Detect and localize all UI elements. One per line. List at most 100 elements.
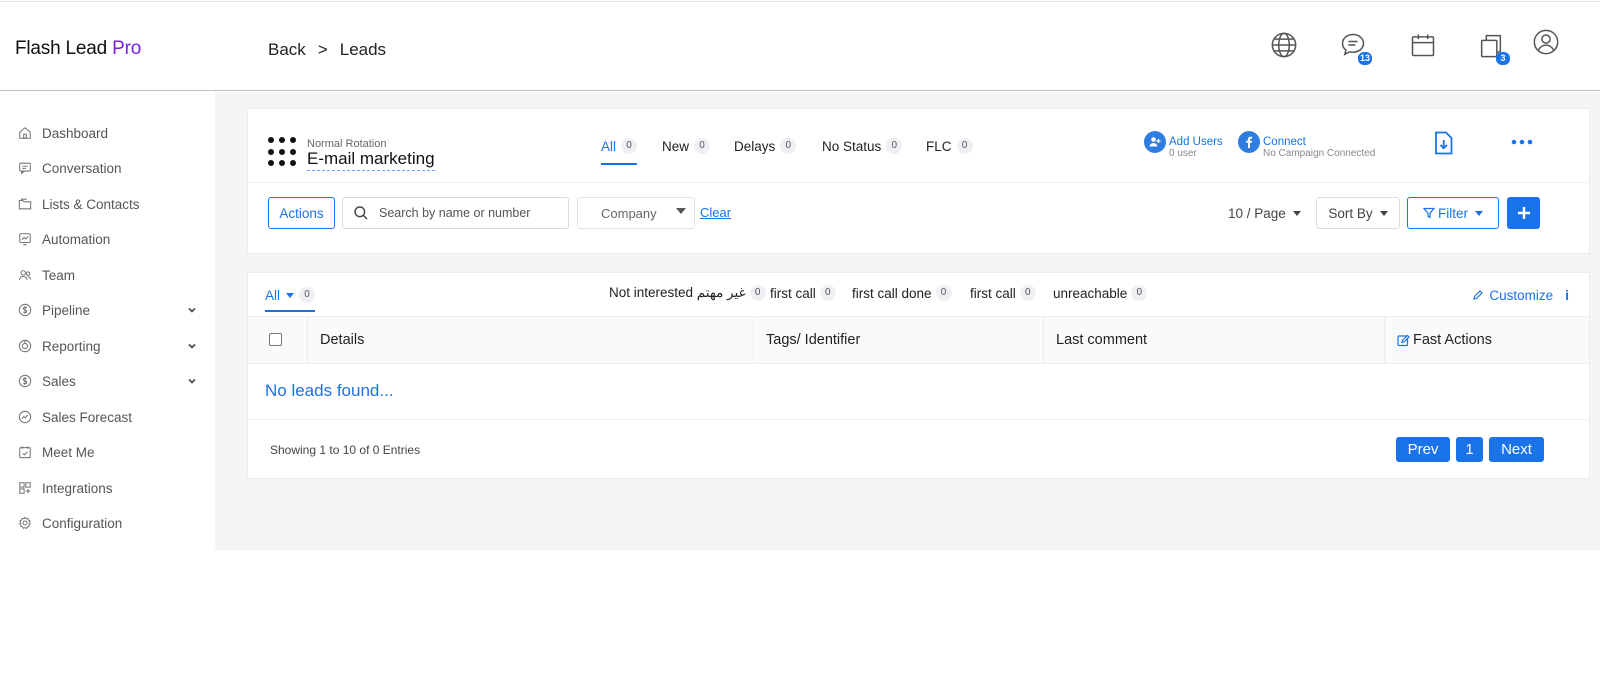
sidebar-item-dashboard[interactable]: Dashboard — [18, 121, 198, 145]
sidebar-item-label: Team — [42, 267, 76, 283]
status-label: Not interested غير مهتم — [609, 285, 746, 300]
sidebar-item-lists-contacts[interactable]: Lists & Contacts — [18, 192, 198, 216]
sidebar-item-integrations[interactable]: Integrations — [18, 476, 198, 500]
status-label: first call — [970, 285, 1016, 301]
column-header-fast-actions[interactable]: Fast Actions — [1384, 317, 1589, 363]
customize-button[interactable]: Customize i — [1472, 287, 1569, 303]
sidebar-item-label: Lists & Contacts — [42, 196, 140, 212]
filter-tab-label: All — [265, 287, 281, 303]
tab-delays[interactable]: Delays 0 — [734, 138, 797, 154]
status-label: first call — [770, 285, 816, 301]
column-header-details[interactable]: Details — [307, 317, 753, 363]
status-tab-first-call-done[interactable]: first call done 0 — [852, 285, 952, 301]
gear-icon — [18, 516, 32, 530]
status-label: unreachable — [1053, 285, 1128, 301]
add-users-button[interactable]: Add Users 0 user — [1144, 131, 1223, 160]
sidebar-item-meet-me[interactable]: Meet Me — [18, 440, 198, 464]
filter-icon — [1423, 207, 1435, 219]
add-users-label: Add Users — [1169, 136, 1223, 148]
caret-down-icon — [1292, 211, 1301, 216]
sidebar-item-label: Sales — [42, 373, 76, 389]
caret-down-icon — [676, 208, 686, 214]
breadcrumb-back[interactable]: Back — [268, 40, 306, 59]
tab-no-status[interactable]: No Status 0 — [822, 138, 903, 154]
per-page-select[interactable]: 10 / Page — [1228, 206, 1301, 221]
sidebar-item-sales-forecast[interactable]: Sales Forecast — [18, 405, 198, 429]
sort-by-select[interactable]: Sort By — [1316, 197, 1400, 229]
sidebar-item-sales[interactable]: Sales — [18, 369, 198, 393]
plus-icon — [1517, 207, 1530, 219]
connect-facebook-button[interactable]: Connect No Campaign Connected — [1238, 131, 1375, 160]
column-header-last-comment[interactable]: Last comment — [1043, 317, 1384, 363]
filter-label: Filter — [1438, 205, 1468, 221]
tab-count: 0 — [956, 138, 973, 154]
actions-button[interactable]: Actions — [268, 197, 335, 229]
chevron-down-icon — [188, 307, 196, 313]
chat-icon — [18, 161, 32, 175]
messages-badge: 13 — [1357, 52, 1372, 65]
tab-label: All — [601, 138, 617, 154]
filter-button[interactable]: Filter — [1407, 197, 1499, 229]
tab-label: Delays — [734, 138, 776, 154]
table-header: Details Tags/ Identifier Last comment Fa… — [248, 316, 1589, 364]
tab-label: New — [662, 138, 690, 154]
user-profile-icon[interactable] — [1531, 27, 1561, 57]
more-options-icon[interactable] — [1510, 137, 1534, 147]
status-tab-first-call-2[interactable]: first call 0 — [970, 285, 1036, 301]
file-download-icon[interactable] — [1433, 131, 1455, 155]
per-page-label: 10 / Page — [1228, 206, 1286, 221]
fast-actions-label: Fast Actions — [1413, 332, 1492, 348]
prev-page-button[interactable]: Prev — [1396, 437, 1450, 462]
next-page-button[interactable]: Next — [1489, 437, 1544, 462]
info-icon[interactable]: i — [1565, 287, 1569, 303]
tab-count: 0 — [886, 138, 903, 154]
folder-icon — [18, 197, 32, 211]
dollar-icon — [18, 303, 32, 317]
sidebar-item-team[interactable]: Team — [18, 263, 198, 287]
copies-badge: 3 — [1496, 52, 1510, 65]
sidebar-item-pipeline[interactable]: Pipeline — [18, 298, 198, 322]
pencil-icon — [1473, 290, 1484, 300]
entries-summary: Showing 1 to 10 of 0 Entries — [270, 443, 421, 457]
main-content: Normal Rotation E-mail marketing All 0 Ne… — [215, 92, 1600, 550]
tab-new[interactable]: New 0 — [662, 138, 711, 154]
sidebar-item-automation[interactable]: Automation — [18, 227, 198, 251]
sidebar-item-label: Conversation — [42, 160, 122, 176]
company-select-label: Company — [601, 205, 657, 221]
sidebar-item-reporting[interactable]: Reporting — [18, 334, 198, 358]
search-input[interactable] — [379, 206, 564, 220]
page-number-button[interactable]: 1 — [1456, 437, 1483, 462]
divider — [248, 182, 1589, 183]
messages-icon[interactable]: 13 — [1338, 30, 1372, 65]
tab-all[interactable]: All 0 — [601, 138, 638, 165]
status-tab-first-call[interactable]: first call 0 — [770, 285, 836, 301]
copies-icon[interactable]: 3 — [1476, 30, 1510, 65]
sidebar-item-label: Automation — [42, 231, 111, 247]
campaign-name[interactable]: E-mail marketing — [307, 149, 435, 171]
breadcrumb-current: Leads — [339, 40, 387, 59]
grid-dots-icon[interactable] — [268, 137, 298, 167]
select-all-checkbox[interactable] — [269, 333, 282, 346]
sidebar-item-conversation[interactable]: Conversation — [18, 156, 198, 180]
sidebar-item-configuration[interactable]: Configuration — [18, 511, 198, 535]
add-lead-button[interactable] — [1507, 197, 1540, 229]
globe-icon[interactable] — [1269, 30, 1299, 60]
app-logo[interactable]: Flash Lead Pro — [15, 38, 141, 60]
sidebar-item-label: Configuration — [42, 515, 123, 531]
sidebar-item-label: Reporting — [42, 338, 101, 354]
status-tab-not-interested[interactable]: Not interested غير مهتم 0 — [609, 285, 766, 301]
integrations-icon — [18, 481, 32, 495]
tab-flc[interactable]: FLC 0 — [926, 138, 973, 154]
sidebar: Dashboard Conversation Lists & Contacts … — [0, 92, 215, 550]
divider — [248, 419, 1589, 420]
clear-link[interactable]: Clear — [700, 205, 731, 220]
chevron-down-icon — [188, 343, 196, 349]
status-tab-unreachable[interactable]: unreachable 0 — [1053, 285, 1148, 301]
calendar-icon[interactable] — [1408, 30, 1438, 60]
campaign-header-card: Normal Rotation E-mail marketing All 0 Ne… — [247, 108, 1590, 254]
sidebar-item-label: Pipeline — [42, 302, 91, 318]
company-select[interactable]: Company — [577, 197, 695, 229]
column-header-tags[interactable]: Tags/ Identifier — [753, 317, 1043, 363]
tab-count: 0 — [694, 138, 711, 154]
filter-tab-all[interactable]: All 0 — [265, 287, 316, 312]
